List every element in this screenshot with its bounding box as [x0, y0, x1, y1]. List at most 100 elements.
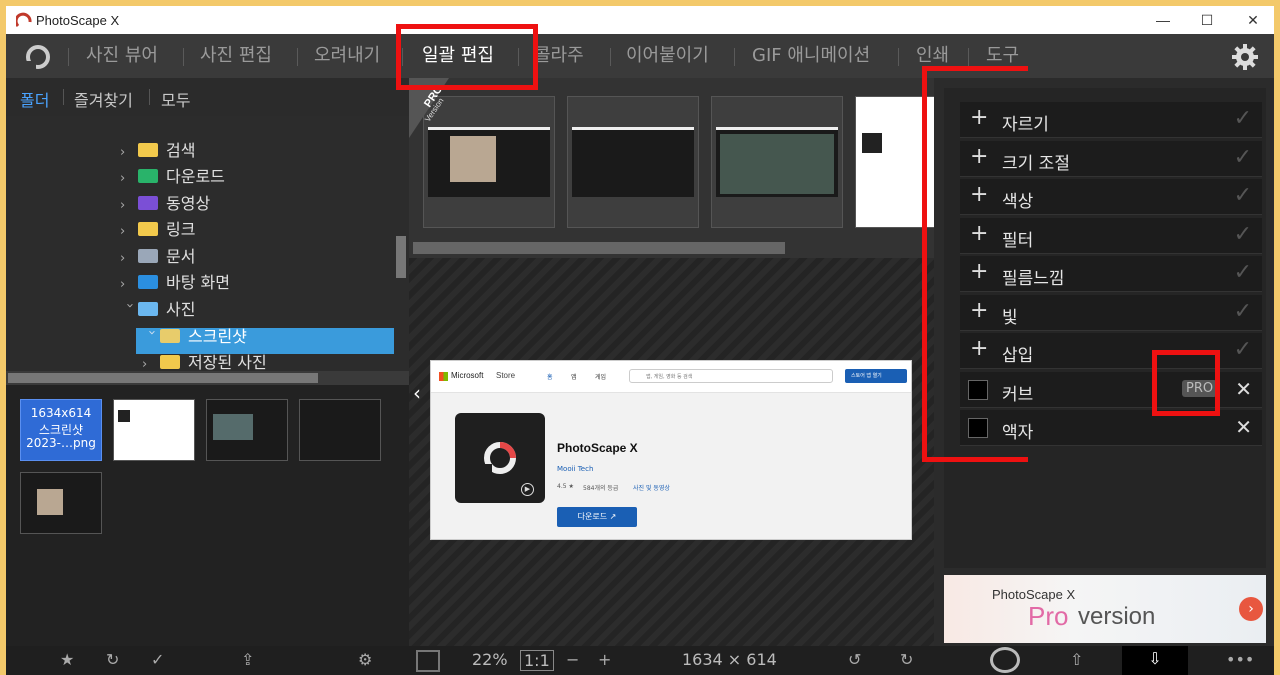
store-nav-games: 게임: [595, 374, 607, 381]
batch-thumb[interactable]: [711, 96, 843, 228]
menu-photo-editor[interactable]: 사진 편집: [200, 34, 272, 78]
tab-favorites[interactable]: 즐겨찾기: [74, 87, 133, 111]
check-icon[interactable]: ✓: [1234, 299, 1252, 324]
menu-gif-animation[interactable]: GIF 애니메이션: [752, 34, 870, 78]
image-dimensions: 1634 × 614: [682, 650, 777, 669]
folder-downloads[interactable]: › 다운로드: [120, 164, 225, 190]
zoom-out-button[interactable]: −: [566, 650, 579, 669]
file-thumbnails: 1634x614 스크린샷 2023-…png: [6, 385, 409, 645]
store-open-button: 스토어 앱 열기: [845, 369, 907, 383]
app-icon: [118, 410, 130, 422]
chevron-down-icon[interactable]: ›: [116, 303, 142, 321]
star-icon[interactable]: ★: [60, 650, 74, 669]
file-size-label: 1634x614: [30, 406, 92, 420]
scrollbar-thumb[interactable]: [396, 236, 406, 278]
highlight-box: [922, 66, 1028, 462]
ad-arrow-icon[interactable]: ›: [1239, 597, 1263, 621]
file-thumb-selected[interactable]: 1634x614 스크린샷 2023-…png: [20, 399, 102, 461]
maximize-button[interactable]: ☐: [1192, 10, 1222, 30]
video-folder-icon: [138, 196, 158, 210]
gear-icon[interactable]: [1230, 42, 1260, 72]
tab-all[interactable]: 모두: [161, 87, 190, 111]
check-icon[interactable]: ✓: [1234, 222, 1252, 247]
upload-icon[interactable]: ⇧: [1070, 650, 1083, 669]
menu-photo-viewer[interactable]: 사진 뷰어: [86, 34, 158, 78]
rotate-right-icon[interactable]: ↻: [900, 650, 913, 669]
remove-icon[interactable]: ✕: [1235, 415, 1252, 439]
preview-image: Microsoft Store 홈 앱 게임 앱, 게임, 영화 등 검색 스토…: [430, 360, 912, 540]
rotate-left-icon[interactable]: ↺: [848, 650, 861, 669]
remove-icon[interactable]: ✕: [1235, 377, 1252, 401]
file-thumb[interactable]: [20, 472, 102, 534]
close-button[interactable]: ✕: [1238, 10, 1268, 30]
folder-desktop[interactable]: › 바탕 화면: [120, 270, 230, 296]
category-link: 사진 및 동영상: [633, 485, 670, 492]
menu-cut-out[interactable]: 오려내기: [314, 34, 380, 78]
chevron-right-icon[interactable]: ›: [120, 193, 138, 219]
chevron-right-icon[interactable]: ›: [120, 246, 138, 272]
menu-separator: [898, 48, 899, 66]
folder-icon: [138, 222, 158, 236]
chevron-down-icon[interactable]: ›: [138, 330, 164, 348]
main-menu: 사진 뷰어 사진 편집 오려내기 일괄 편집 콜라주 이어붙이기 GIF 애니메…: [6, 34, 1274, 78]
circle-icon[interactable]: [990, 647, 1020, 673]
chevron-right-icon[interactable]: ›: [120, 140, 138, 166]
folder-documents[interactable]: › 문서: [120, 244, 195, 270]
store-search-box: 앱, 게임, 영화 등 검색: [629, 369, 833, 383]
pro-version-ad[interactable]: PhotoScape X Pro version ›: [944, 575, 1266, 643]
folder-icon: [138, 143, 158, 157]
chevron-right-icon[interactable]: ›: [120, 272, 138, 298]
check-icon[interactable]: ✓: [1234, 145, 1252, 170]
chevron-right-icon[interactable]: ›: [120, 219, 138, 245]
folder-screenshots[interactable]: › 스크린샷: [142, 324, 247, 350]
scrollbar-thumb[interactable]: [8, 373, 318, 383]
check-icon[interactable]: ✓: [151, 650, 164, 669]
tree-horizontal-scrollbar[interactable]: [6, 371, 409, 385]
menu-collage[interactable]: 콜라주: [534, 34, 584, 78]
folder-search[interactable]: › 검색: [120, 138, 195, 164]
file-date-label: 2023-…png: [26, 436, 96, 450]
highlight-box: [1152, 350, 1220, 416]
menu-combine[interactable]: 이어붙이기: [626, 34, 709, 78]
zoom-level: 22%: [472, 650, 508, 669]
rotate-icon[interactable]: ↻: [106, 650, 119, 669]
file-thumb[interactable]: [299, 399, 381, 461]
file-thumb[interactable]: [113, 399, 195, 461]
save-download-icon[interactable]: ⇩: [1122, 646, 1188, 675]
chevron-left-icon[interactable]: ‹: [413, 382, 429, 404]
play-icon: ▶: [521, 483, 534, 496]
check-icon[interactable]: ✓: [1234, 260, 1252, 285]
folder-pictures[interactable]: › 사진: [120, 297, 195, 323]
tree-vertical-scrollbar[interactable]: [394, 116, 408, 371]
menu-separator: [610, 48, 611, 66]
check-icon[interactable]: ✓: [1234, 183, 1252, 208]
tab-folders[interactable]: 폴더: [20, 87, 49, 111]
more-icon[interactable]: •••: [1226, 650, 1254, 669]
share-icon[interactable]: ⇪: [241, 650, 254, 669]
actual-size-button[interactable]: 1:1: [520, 650, 554, 671]
strip-scrollbar[interactable]: [413, 242, 785, 254]
bottom-toolbar: ★ ↻ ✓ ⇪ ⚙ 22% 1:1 − + 1634 × 614 ↺ ↻ ⇧ ⇩…: [6, 646, 1274, 675]
left-tabs: 폴더 즐겨찾기 모두: [6, 78, 409, 116]
title-bar: PhotoScape X — ☐ ✕: [6, 6, 1274, 34]
zoom-in-button[interactable]: +: [598, 650, 611, 669]
check-icon[interactable]: ✓: [1234, 106, 1252, 131]
chevron-right-icon[interactable]: ›: [120, 166, 138, 192]
minimize-button[interactable]: —: [1148, 10, 1178, 30]
left-panel: 폴더 즐겨찾기 모두 › 검색 › 다운로드 › 동영상 › 링크 › 문서 › 바탕 화면…: [6, 78, 409, 675]
gear-icon[interactable]: ⚙: [358, 650, 372, 669]
ad-title: PhotoScape X: [992, 587, 1076, 602]
home-icon[interactable]: [24, 43, 52, 71]
store-download-button: 다운로드 ↗: [557, 507, 637, 527]
batch-thumb[interactable]: [567, 96, 699, 228]
folder-links[interactable]: › 링크: [120, 217, 195, 243]
pro-version-corner-banner: PRO Version: [409, 78, 449, 138]
fit-icon[interactable]: [416, 650, 440, 672]
document-folder-icon: [138, 249, 158, 263]
app-icon: [862, 133, 882, 153]
menu-separator: [297, 48, 298, 66]
file-thumb[interactable]: [206, 399, 288, 461]
ad-pro-text: Pro: [1028, 601, 1069, 631]
folder-videos[interactable]: › 동영상: [120, 191, 210, 217]
check-icon[interactable]: ✓: [1234, 337, 1252, 362]
